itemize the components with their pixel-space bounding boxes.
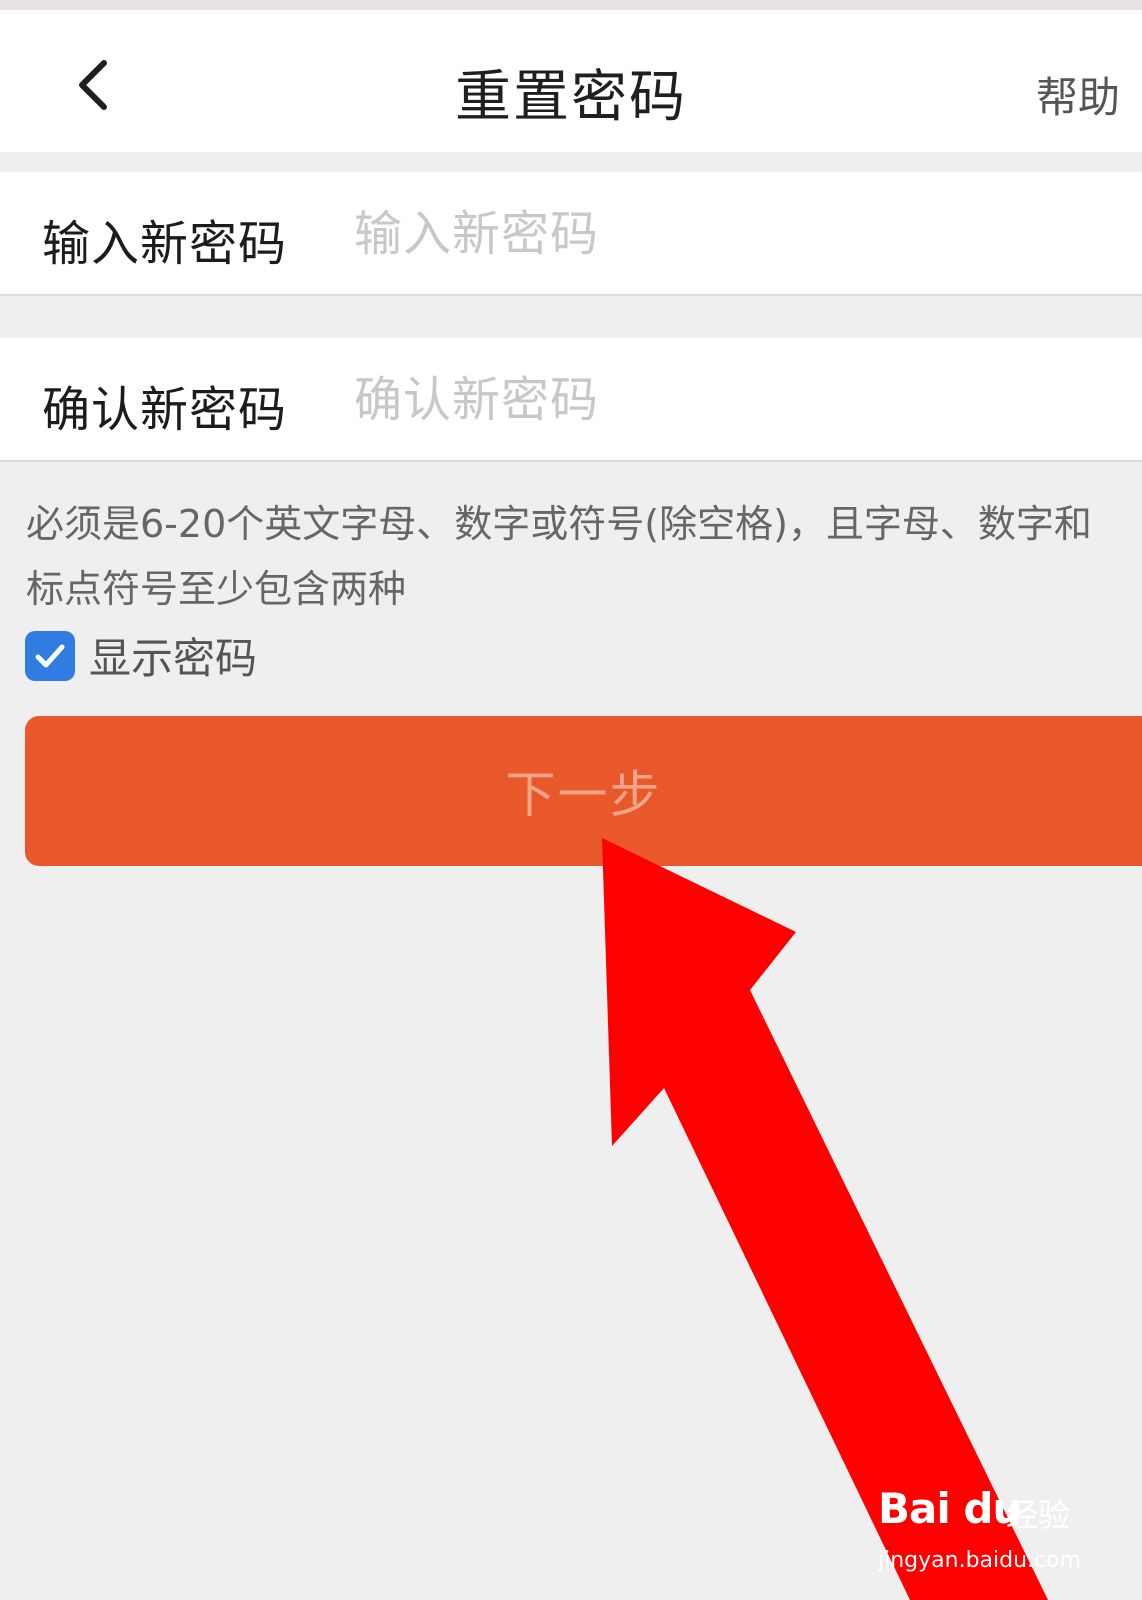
- watermark-url: jingyan.baidu.com: [878, 1548, 1082, 1573]
- help-link[interactable]: 帮助: [1036, 64, 1120, 125]
- page-title: 重置密码: [455, 65, 687, 130]
- baidu-jingyan-watermark: Bai du 经验 jingyan.baidu.com: [878, 1476, 1088, 1586]
- watermark-sub: 经验: [1006, 1496, 1071, 1534]
- confirm-password-input[interactable]: [352, 360, 1116, 440]
- show-password-checkbox[interactable]: [25, 630, 75, 681]
- next-step-label: 下一步: [505, 766, 662, 824]
- status-strip: [0, 0, 1142, 10]
- show-password-label: 显示密码: [89, 634, 258, 683]
- confirm-password-label: 确认新密码: [42, 382, 288, 438]
- watermark-brand: Bai du: [878, 1484, 1022, 1533]
- navigation-bar: 重置密码 帮助: [0, 10, 1142, 152]
- next-step-button[interactable]: 下一步: [25, 716, 1142, 866]
- confirm-password-row: 确认新密码: [0, 338, 1142, 462]
- checkmark-icon: [35, 644, 65, 667]
- new-password-input[interactable]: [352, 194, 1116, 274]
- new-password-label: 输入新密码: [42, 216, 288, 272]
- password-rule-hint: 必须是6-20个英文字母、数字或符号(除空格)，且字母、数字和标点符号至少包含两…: [26, 502, 1092, 611]
- reset-password-screen: 重置密码 帮助 输入新密码 确认新密码 必须是6-20个英文字母、数字或符号(除…: [0, 0, 1142, 1600]
- show-password-toggle[interactable]: 显示密码: [25, 625, 257, 686]
- new-password-row: 输入新密码: [0, 172, 1142, 296]
